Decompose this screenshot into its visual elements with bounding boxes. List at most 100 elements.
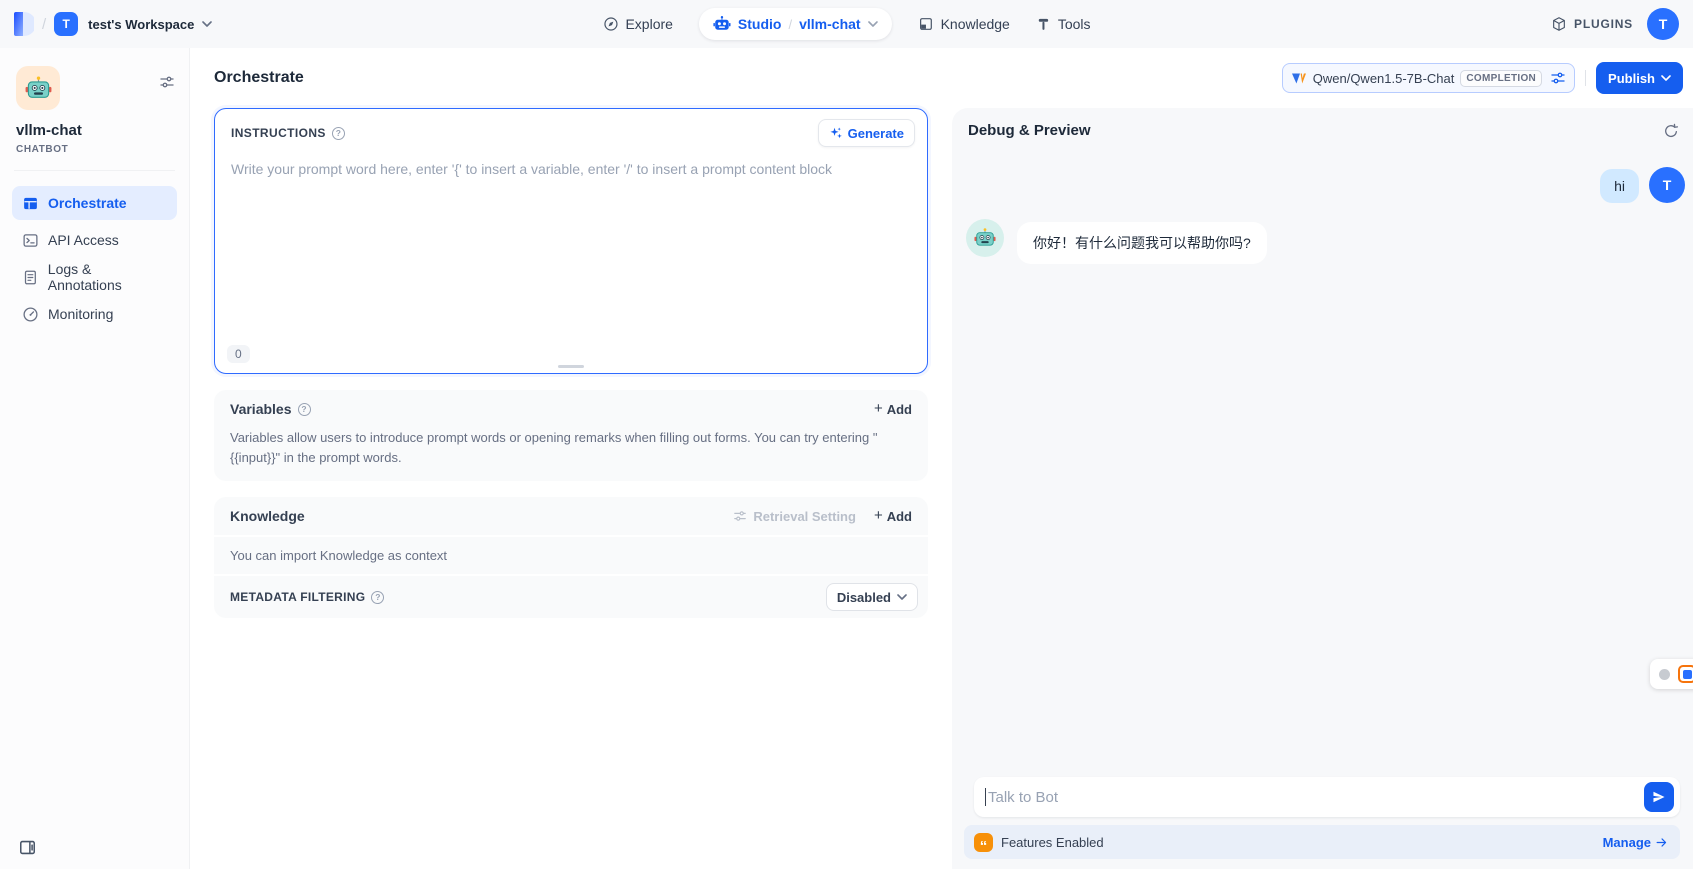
app-settings-button[interactable]: [159, 74, 175, 90]
breadcrumb-separator: /: [42, 16, 46, 33]
book-icon: [918, 16, 934, 32]
main-nav: Explore Studio / vllm-chat Knowledge Too…: [602, 0, 1090, 48]
restart-icon: [1663, 123, 1679, 139]
cube-icon: [1551, 16, 1567, 32]
user-message-bubble: hi: [1600, 169, 1639, 203]
sidebar-item-orchestrate[interactable]: Orchestrate: [12, 186, 177, 220]
knowledge-panel: Knowledge Retrieval Setting + Add You ca…: [214, 497, 928, 618]
sparkles-icon: [829, 126, 843, 140]
app-name: vllm-chat: [16, 122, 177, 139]
debug-preview-panel: Debug & Preview hi T: [952, 108, 1693, 869]
model-parameters-button[interactable]: [1550, 70, 1566, 86]
top-nav: / T test's Workspace Explore Studio / vl…: [0, 0, 1693, 48]
chat-message-assistant: 你好！有什么问题我可以帮助你吗?: [964, 219, 1685, 264]
collapse-sidebar-button[interactable]: [18, 838, 37, 857]
app-root: / T test's Workspace Explore Studio / vl…: [0, 0, 1693, 869]
page-title: Orchestrate: [214, 69, 304, 87]
generate-button[interactable]: Generate: [818, 119, 915, 147]
retrieval-setting-button[interactable]: Retrieval Setting: [733, 509, 856, 524]
content-header: Orchestrate Qwen/Qwen1.5-7B-Chat COMPLET…: [190, 48, 1693, 108]
user-avatar[interactable]: T: [1647, 8, 1679, 40]
metadata-filtering-title: METADATA FILTERING: [230, 590, 365, 604]
gauge-icon: [22, 306, 39, 323]
instructions-panel: INSTRUCTIONS Generate 0: [214, 108, 928, 374]
metadata-filtering-row: METADATA FILTERING Disabled: [214, 574, 928, 618]
add-knowledge-button[interactable]: + Add: [874, 509, 912, 524]
help-icon[interactable]: [371, 591, 384, 604]
nav-tools-label: Tools: [1058, 16, 1091, 32]
nav-studio-app-name: vllm-chat: [799, 16, 860, 32]
compass-icon: [602, 16, 618, 32]
floating-extension-widget[interactable]: [1650, 659, 1693, 689]
extension-icon[interactable]: [1678, 665, 1693, 683]
sidebar-item-api-access[interactable]: API Access: [12, 223, 177, 257]
user-chat-avatar: T: [1649, 167, 1685, 203]
terminal-icon: [22, 232, 39, 249]
restart-conversation-button[interactable]: [1663, 123, 1679, 139]
chat-input[interactable]: [986, 789, 1644, 806]
quote-icon: “: [974, 833, 993, 852]
sliders-icon: [1550, 70, 1566, 86]
sidebar-item-label: API Access: [48, 232, 119, 248]
sidebar-menu: Orchestrate API Access Logs & Annotation…: [12, 186, 177, 331]
breadcrumb-separator: /: [788, 17, 792, 32]
nav-explore[interactable]: Explore: [602, 16, 672, 32]
manage-label: Manage: [1603, 835, 1651, 850]
sidebar-item-label: Monitoring: [48, 306, 113, 322]
arrow-right-icon: [1655, 836, 1668, 849]
chevron-down-icon: [1661, 75, 1671, 81]
chat-input-container: [974, 777, 1680, 817]
chat-footer: “ Features Enabled Manage: [952, 777, 1693, 869]
sidebar-item-label: Orchestrate: [48, 195, 127, 211]
app-sidebar: vllm-chat CHATBOT Orchestrate API Access…: [0, 48, 190, 869]
send-button[interactable]: [1644, 782, 1674, 812]
plugins-button[interactable]: PLUGINS: [1551, 16, 1633, 32]
add-variable-button[interactable]: + Add: [874, 402, 912, 417]
workspace-name[interactable]: test's Workspace: [88, 17, 194, 32]
plugins-label: PLUGINS: [1574, 17, 1633, 31]
dify-logo[interactable]: [14, 12, 34, 36]
model-selector[interactable]: Qwen/Qwen1.5-7B-Chat COMPLETION: [1282, 63, 1575, 93]
prompt-editor[interactable]: [215, 153, 927, 373]
variables-description: Variables allow users to introduce promp…: [214, 428, 928, 481]
text-caret: [985, 788, 986, 806]
features-label: Features Enabled: [1001, 835, 1104, 850]
help-icon[interactable]: [298, 403, 311, 416]
nav-studio-label: Studio: [738, 16, 782, 32]
sidebar-item-logs-annotations[interactable]: Logs & Annotations: [12, 260, 177, 294]
nav-knowledge[interactable]: Knowledge: [918, 16, 1010, 32]
chat-message-user: hi T: [964, 167, 1685, 203]
knowledge-description: You can import Knowledge as context: [214, 535, 928, 574]
debug-preview-title: Debug & Preview: [968, 122, 1091, 139]
nav-right: PLUGINS T: [1551, 8, 1679, 40]
instructions-title: INSTRUCTIONS: [231, 126, 326, 140]
publish-label: Publish: [1608, 71, 1655, 86]
vllm-logo-icon: [1291, 70, 1307, 86]
app-icon: [16, 66, 60, 110]
features-bar: “ Features Enabled Manage: [964, 825, 1680, 859]
chevron-down-icon: [897, 594, 907, 600]
nav-studio-active[interactable]: Studio / vllm-chat: [699, 8, 892, 40]
char-counter: 0: [227, 345, 250, 363]
publish-button[interactable]: Publish: [1596, 62, 1683, 94]
workspace-avatar[interactable]: T: [54, 12, 78, 36]
workspace-selector[interactable]: / T test's Workspace: [14, 12, 212, 36]
resize-handle[interactable]: [558, 365, 584, 369]
help-icon[interactable]: [332, 127, 345, 140]
variables-title: Variables: [230, 401, 292, 417]
knowledge-title: Knowledge: [230, 508, 305, 524]
divider: [1585, 70, 1586, 86]
hammer-icon: [1036, 17, 1051, 32]
orchestrate-config-panel: INSTRUCTIONS Generate 0: [190, 108, 952, 869]
robot-icon: [713, 15, 731, 33]
add-label: Add: [887, 509, 912, 524]
sidebar-item-monitoring[interactable]: Monitoring: [12, 297, 177, 331]
nav-tools[interactable]: Tools: [1036, 16, 1091, 32]
nav-explore-label: Explore: [625, 16, 672, 32]
chevron-down-icon[interactable]: [868, 21, 878, 27]
logs-icon: [22, 269, 39, 286]
send-icon: [1652, 790, 1666, 804]
manage-features-button[interactable]: Manage: [1603, 835, 1668, 850]
metadata-filtering-dropdown[interactable]: Disabled: [826, 583, 918, 611]
robot-emoji-icon: [974, 227, 996, 249]
